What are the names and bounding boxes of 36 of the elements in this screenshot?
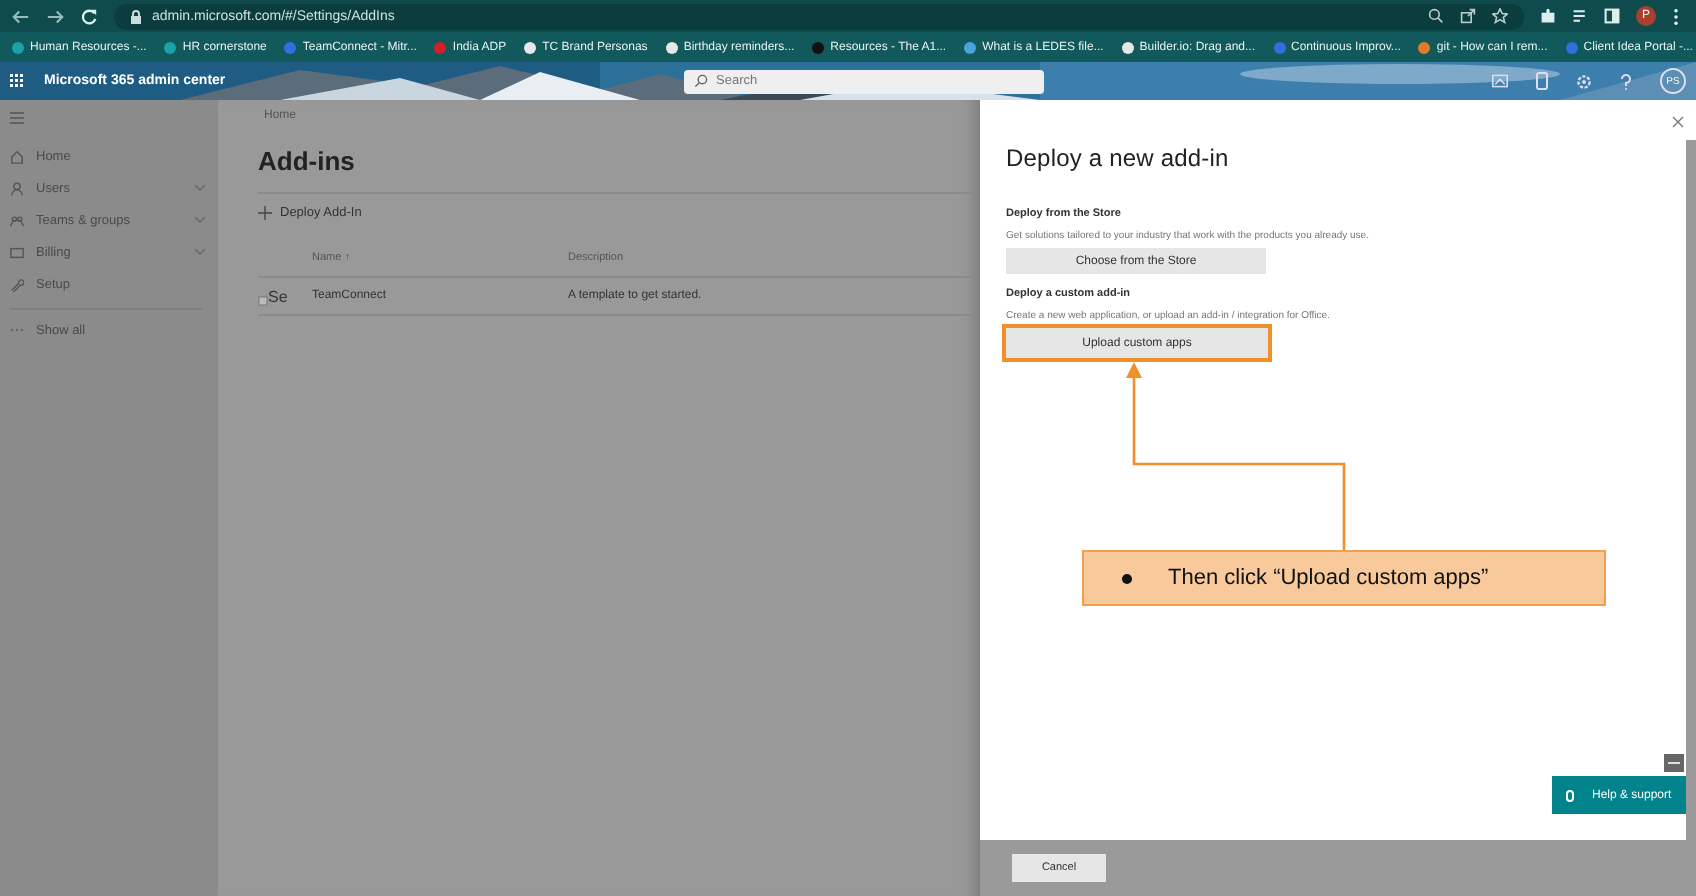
minimize-button[interactable] — [1664, 754, 1684, 772]
sidebar-icon[interactable] — [1604, 8, 1620, 24]
lock-icon — [130, 9, 142, 23]
share-icon[interactable] — [1460, 8, 1476, 24]
group-icon — [10, 213, 24, 227]
bullet-icon — [1122, 573, 1132, 583]
wrench-icon — [10, 277, 24, 291]
image-alt-text: Se — [268, 287, 288, 305]
callout-text: Then click “Upload custom apps” — [1168, 566, 1489, 590]
scrollbar[interactable] — [1686, 140, 1696, 896]
settings-icon[interactable] — [1576, 73, 1592, 89]
panel-title: Deploy a new add-in — [1006, 144, 1231, 172]
search-icon — [694, 74, 708, 88]
chevron-icon — [194, 184, 206, 192]
more-icon[interactable] — [1672, 7, 1680, 25]
app-launcher-icon[interactable] — [10, 74, 24, 88]
reload-icon[interactable] — [80, 7, 98, 25]
user-icon — [10, 181, 24, 195]
home-icon — [10, 149, 24, 163]
plus-icon — [258, 206, 272, 220]
chevron-icon — [194, 216, 206, 224]
card-icon — [10, 245, 24, 259]
zoom-icon[interactable] — [1428, 8, 1444, 24]
phone-icon[interactable] — [1536, 72, 1548, 90]
close-icon[interactable] — [1672, 116, 1684, 128]
back-icon[interactable] — [12, 7, 30, 25]
star-icon[interactable] — [1492, 8, 1508, 24]
help-icon[interactable] — [1620, 73, 1632, 89]
chat-icon — [1566, 789, 1574, 801]
forward-icon[interactable] — [46, 7, 64, 25]
broken-image-icon — [258, 295, 268, 305]
chevron-icon — [194, 248, 206, 256]
puzzle-icon[interactable] — [1540, 8, 1556, 24]
playlist-icon[interactable] — [1572, 8, 1588, 24]
image-icon[interactable] — [1492, 74, 1508, 88]
page-title: Add-ins — [258, 146, 355, 176]
